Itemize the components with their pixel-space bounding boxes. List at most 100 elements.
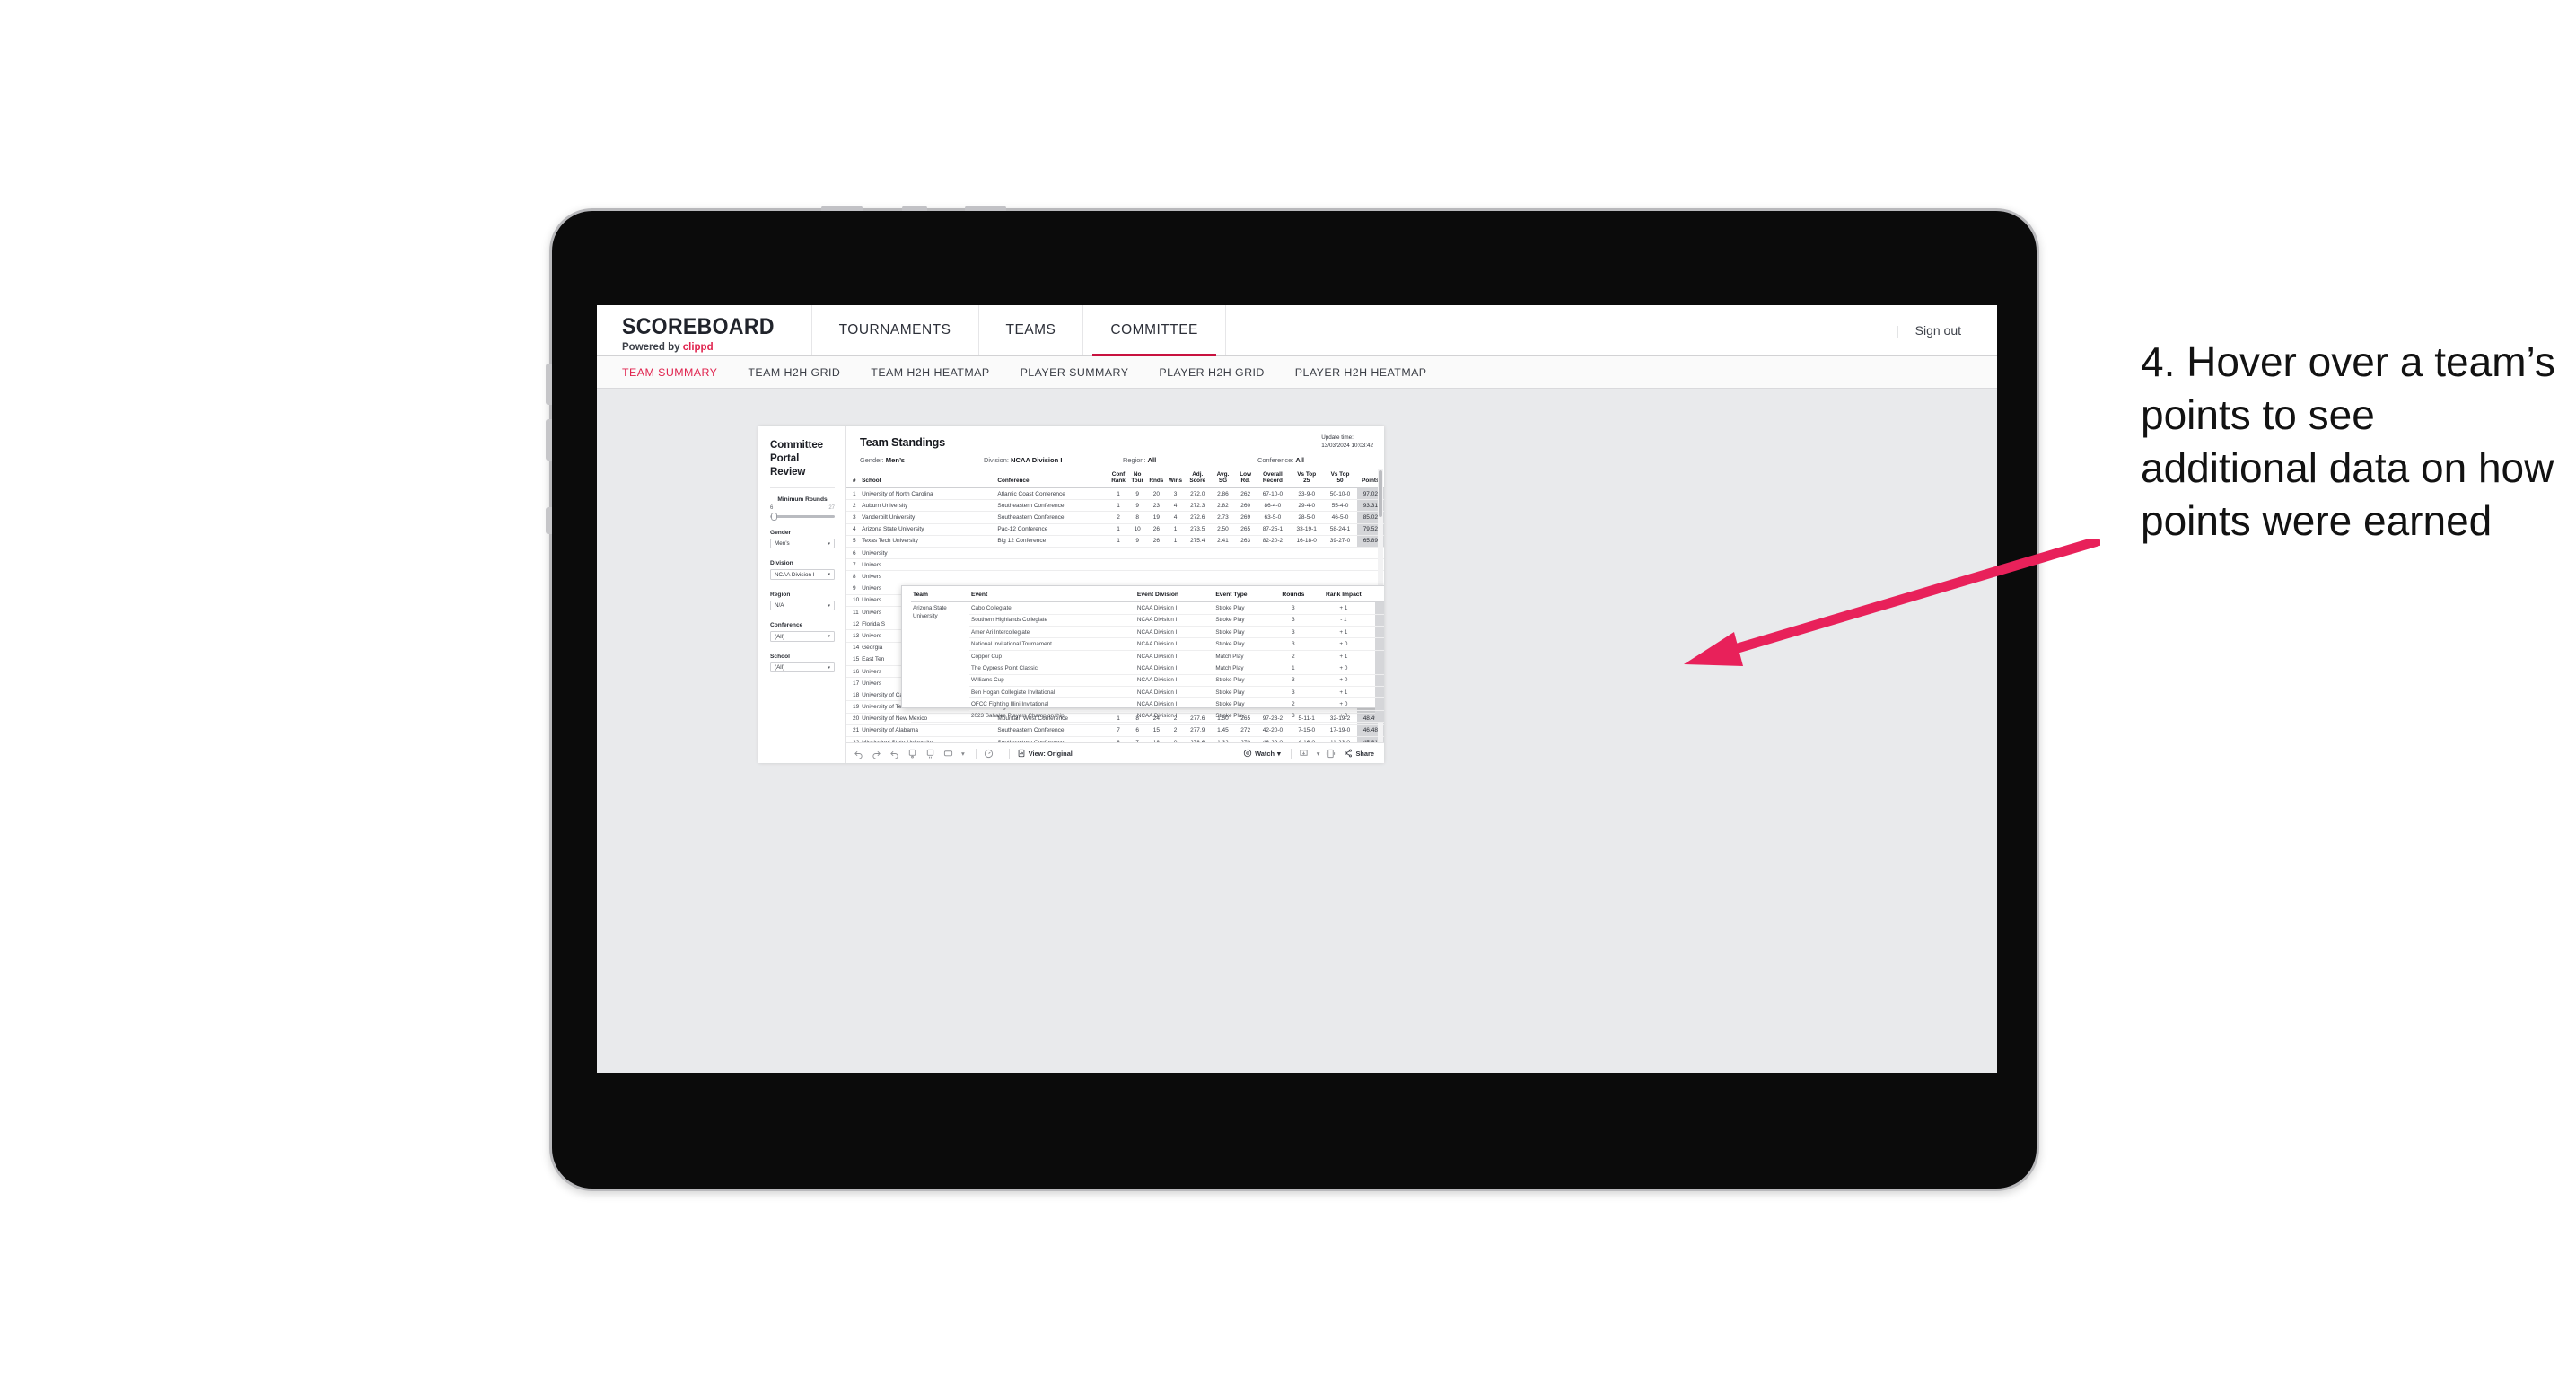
redo-icon[interactable] bbox=[872, 749, 881, 759]
cell-vs25: 33-9-0 bbox=[1290, 487, 1324, 501]
division-select[interactable]: NCAA Division I ▾ bbox=[770, 569, 835, 580]
tab-player-h2h-grid[interactable]: PLAYER H2H GRID bbox=[1159, 366, 1264, 379]
table-row[interactable]: 2 Auburn University Southeastern Conferenc… bbox=[846, 499, 1384, 513]
brand-powered-prefix: Powered by bbox=[622, 342, 683, 353]
col-adj-score[interactable]: Adj. Score bbox=[1185, 469, 1211, 489]
cell-conference bbox=[995, 547, 1109, 560]
tooltip-cell-rank-impact: - 1 bbox=[1312, 614, 1375, 627]
volume-up-button bbox=[546, 364, 552, 405]
data-source-caret-icon[interactable]: ▾ bbox=[961, 750, 965, 758]
undo-icon[interactable] bbox=[854, 749, 863, 759]
tooltip-cell-division: NCAA Division I bbox=[1135, 686, 1214, 699]
col-vs-top-50[interactable]: Vs Top 50 bbox=[1323, 469, 1357, 489]
col-low-rd[interactable]: Low Rd. bbox=[1235, 469, 1256, 489]
cell-adj-score: 273.5 bbox=[1185, 523, 1211, 536]
col-no-tour-l1: No bbox=[1133, 471, 1142, 478]
gender-select[interactable]: Men’s ▾ bbox=[770, 538, 835, 549]
cell-conf-rank bbox=[1108, 558, 1128, 572]
cell-rank: 13 bbox=[846, 629, 861, 643]
tooltip-cell-rank-impact: + 0 bbox=[1312, 697, 1375, 711]
portal-title-line1: Committee bbox=[770, 439, 824, 451]
col-no-tour[interactable]: No Tour bbox=[1127, 469, 1147, 489]
brand-logo[interactable]: SCOREBOARD Powered by clippd bbox=[597, 305, 812, 355]
tab-team-h2h-grid[interactable]: TEAM H2H GRID bbox=[748, 366, 840, 379]
tab-player-summary[interactable]: PLAYER SUMMARY bbox=[1021, 366, 1129, 379]
toolbar-divider-3 bbox=[1290, 748, 1292, 759]
cell-wins: 2 bbox=[1165, 724, 1186, 738]
dashboard-viz: Committee Portal Review Minimum Rounds 6… bbox=[758, 426, 1384, 763]
tooltip-cell-type: Stroke Play bbox=[1214, 697, 1275, 711]
tab-team-summary[interactable]: TEAM SUMMARY bbox=[622, 366, 717, 379]
brand-clippd-name: clippd bbox=[682, 342, 714, 353]
table-row[interactable]: 5 Texas Tech University Big 12 Conference 1… bbox=[846, 535, 1384, 548]
cell-school: Mississippi State University bbox=[860, 736, 996, 742]
table-row[interactable]: 7 Univers bbox=[846, 558, 1384, 572]
col-overall-record[interactable]: Overall Record bbox=[1255, 469, 1291, 489]
minimum-rounds-slider-handle[interactable] bbox=[771, 513, 777, 522]
tooltip-cell-division: NCAA Division I bbox=[1135, 650, 1214, 663]
cell-vs25: 7-15-0 bbox=[1290, 724, 1324, 738]
col-conference[interactable]: Conference bbox=[995, 469, 1109, 489]
filter-summary-conference: Conference: All bbox=[1257, 456, 1304, 464]
filter-summary-conference-label: Conference: bbox=[1257, 456, 1294, 464]
data-source-icon[interactable] bbox=[943, 749, 953, 759]
download-icon[interactable] bbox=[1299, 749, 1309, 759]
conference-value: (All) bbox=[775, 633, 785, 640]
chevron-down-icon: ▾ bbox=[828, 634, 830, 640]
table-row[interactable]: 22Mississippi State UniversitySoutheaste… bbox=[846, 736, 1384, 742]
refresh-icon[interactable] bbox=[907, 749, 917, 759]
col-vs-top-25[interactable]: Vs Top 25 bbox=[1290, 469, 1324, 489]
filter-summary-gender-label: Gender: bbox=[860, 456, 884, 464]
cell-wins: 1 bbox=[1165, 535, 1186, 548]
nav-item-teams[interactable]: TEAMS bbox=[979, 305, 1084, 355]
pause-auto-update-icon[interactable] bbox=[925, 749, 935, 759]
col-vs-top-25-l2: 25 bbox=[1303, 478, 1310, 485]
cell-vs25 bbox=[1290, 547, 1324, 560]
watch-button[interactable]: Watch ▾ bbox=[1243, 749, 1281, 758]
cell-rank: 19 bbox=[846, 700, 861, 714]
fullscreen-icon[interactable] bbox=[1326, 749, 1336, 759]
cell-rank: 12 bbox=[846, 618, 861, 631]
pause-icon[interactable] bbox=[984, 749, 994, 759]
share-button[interactable]: Share bbox=[1344, 749, 1374, 758]
table-row[interactable]: 8 Univers bbox=[846, 570, 1384, 583]
gender-label: Gender bbox=[770, 529, 792, 536]
col-rnds[interactable]: Rnds bbox=[1146, 469, 1166, 489]
revert-icon[interactable] bbox=[889, 749, 899, 759]
table-row[interactable]: 1 University of North Carolina Atlantic Co… bbox=[846, 487, 1384, 501]
toolbar-divider-2 bbox=[1008, 748, 1010, 759]
standings-scrollbar-thumb[interactable] bbox=[1379, 470, 1382, 517]
region-select[interactable]: N/A ▾ bbox=[770, 600, 835, 611]
tooltip-cell-event: Williams Cup bbox=[969, 674, 1135, 687]
table-row[interactable]: 3 Vanderbilt University Southeastern Confe… bbox=[846, 511, 1384, 524]
minimum-rounds-slider[interactable] bbox=[770, 513, 835, 522]
col-wins[interactable]: Wins bbox=[1165, 469, 1186, 489]
tooltip-cell-division: NCAA Division I bbox=[1135, 614, 1214, 627]
col-avg-sg[interactable]: Avg. SG bbox=[1210, 469, 1236, 489]
conference-select[interactable]: (All) ▾ bbox=[770, 631, 835, 642]
tooltip-cell-rank-impact: + 0 bbox=[1312, 637, 1375, 651]
cell-adj-score: 272.6 bbox=[1185, 511, 1211, 524]
table-row[interactable]: 6 University bbox=[846, 547, 1384, 560]
cell-no-tour bbox=[1127, 547, 1147, 560]
school-select[interactable]: (All) ▾ bbox=[770, 662, 835, 673]
tab-player-h2h-heatmap[interactable]: PLAYER H2H HEATMAP bbox=[1295, 366, 1427, 379]
table-row[interactable]: 4 Arizona State University Pac-12 Conferen… bbox=[846, 523, 1384, 536]
download-caret-icon[interactable]: ▾ bbox=[1317, 750, 1320, 758]
chevron-down-icon: ▾ bbox=[828, 602, 830, 609]
tooltip-cell-rank-impact: + 1 bbox=[1312, 601, 1375, 615]
view-original-button[interactable]: View: Original bbox=[1017, 749, 1073, 758]
col-school[interactable]: School bbox=[860, 469, 996, 489]
col-rnds-l2: Rnds bbox=[1149, 478, 1164, 485]
tooltip-cell-rank-impact: + 0 bbox=[1312, 710, 1375, 724]
tab-team-h2h-heatmap[interactable]: TEAM H2H HEATMAP bbox=[871, 366, 989, 379]
nav-item-tournaments[interactable]: TOURNAMENTS bbox=[812, 305, 979, 355]
col-conf-rank[interactable]: Conf Rank bbox=[1108, 469, 1128, 489]
col-rank[interactable]: # bbox=[846, 469, 861, 489]
nav-item-committee[interactable]: COMMITTEE bbox=[1083, 305, 1226, 356]
chevron-down-icon: ▾ bbox=[828, 540, 830, 547]
sign-out-link[interactable]: Sign out bbox=[1915, 323, 1961, 338]
cell-rank: 2 bbox=[846, 499, 861, 513]
table-row[interactable]: 21 University of Alabama Southeastern Conf… bbox=[846, 724, 1384, 738]
standings-table-head: # School Conference Conf Rank No Tour Rnds… bbox=[846, 469, 1384, 489]
